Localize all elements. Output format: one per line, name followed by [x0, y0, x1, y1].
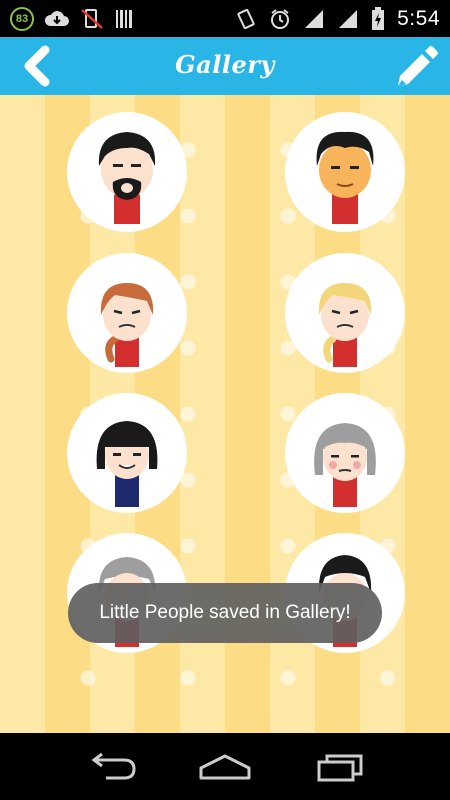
rotate-icon: [237, 8, 255, 29]
system-nav-bar: [0, 733, 450, 800]
tan-man-figure: [316, 131, 374, 224]
signal-icon-2: [339, 9, 358, 28]
avatar-tan-man[interactable]: [285, 112, 405, 232]
status-left: 83: [10, 6, 134, 31]
nav-recent-apps-button[interactable]: [310, 745, 370, 789]
avatar-gray-hair-woman[interactable]: [285, 393, 405, 513]
gray-woman-figure: [314, 423, 376, 507]
status-bar: 83 5:54: [0, 0, 450, 37]
edit-button[interactable]: [392, 42, 440, 90]
signal-icon: [305, 9, 324, 28]
avatar-black-bob-girl[interactable]: [67, 393, 187, 513]
blonde-girl-figure: [318, 283, 372, 367]
home-icon: [199, 754, 251, 780]
nav-back-button[interactable]: [82, 745, 142, 789]
battery-charging-icon: [372, 6, 385, 30]
toast-text: Little People saved in Gallery!: [99, 602, 351, 623]
download-cloud-icon: [44, 10, 69, 26]
avatar-bearded-man[interactable]: [67, 112, 187, 232]
gallery-grid: Little People saved in Gallery!: [0, 95, 450, 733]
avatar-auburn-ponytail-girl[interactable]: [67, 253, 187, 373]
app-header: Gallery: [0, 37, 450, 95]
toast-message: Little People saved in Gallery!: [68, 583, 382, 643]
nav-home-button[interactable]: [195, 745, 255, 789]
barcode-icon: [116, 9, 132, 28]
back-arrow-icon: [91, 752, 136, 780]
avatar-blonde-ponytail-girl[interactable]: [285, 253, 405, 373]
black-bob-girl-figure: [96, 421, 158, 507]
clock: 5:54: [397, 6, 440, 30]
auburn-girl-figure: [100, 283, 154, 367]
mute-icon: [81, 8, 103, 29]
status-right: 5:54: [235, 6, 440, 31]
recent-apps-icon: [317, 754, 363, 782]
alarm-icon: [271, 8, 290, 29]
battery-badge: 83: [10, 6, 34, 31]
bearded-man-figure: [98, 132, 156, 224]
pencil-icon: [398, 46, 438, 86]
page-title: Gallery: [175, 50, 275, 79]
